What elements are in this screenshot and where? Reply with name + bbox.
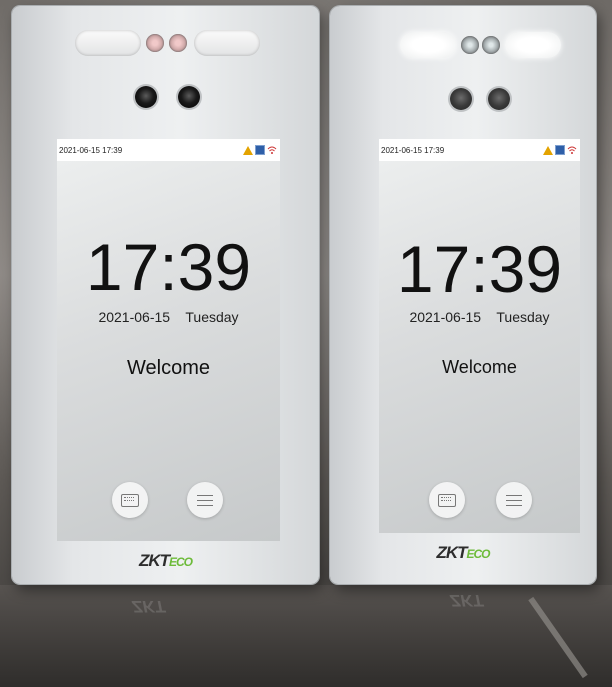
fill-light-right xyxy=(194,30,260,56)
status-icons xyxy=(543,145,577,155)
ir-sensor xyxy=(146,34,164,52)
fill-light-left xyxy=(400,32,456,58)
ir-sensor xyxy=(482,36,500,54)
keyboard-icon xyxy=(121,493,139,507)
wifi-icon xyxy=(567,146,577,154)
brand-logo: ZKTECO xyxy=(436,543,490,562)
keyboard-button[interactable] xyxy=(429,482,465,518)
camera-lens xyxy=(135,86,157,108)
display-screen: 2021-06-15 17:39 17:39 2021-06-15 Tuesda… xyxy=(379,139,580,533)
menu-button[interactable] xyxy=(496,482,532,518)
fill-light-right xyxy=(505,32,561,58)
welcome-text: Welcome xyxy=(442,357,517,377)
camera-lens xyxy=(178,86,200,108)
network-icon xyxy=(555,145,565,155)
logo-reflection: ZKT xyxy=(450,591,484,610)
camera-lens xyxy=(488,88,510,110)
ir-sensor xyxy=(169,34,187,52)
status-bar: 2021-06-15 17:39 xyxy=(379,139,580,161)
warning-icon xyxy=(243,145,253,155)
menu-icon xyxy=(506,494,522,506)
fill-light-left xyxy=(75,30,141,56)
keyboard-button[interactable] xyxy=(112,482,148,518)
date-line: 2021-06-15 Tuesday xyxy=(57,309,280,325)
warning-icon xyxy=(543,145,553,155)
menu-button[interactable] xyxy=(187,482,223,518)
welcome-text: Welcome xyxy=(127,357,210,379)
status-time: 2021-06-15 17:39 xyxy=(59,146,123,155)
ir-sensor xyxy=(461,36,479,54)
status-bar: 2021-06-15 17:39 xyxy=(57,139,280,161)
status-icons xyxy=(243,145,277,155)
wifi-icon xyxy=(267,146,277,154)
display-screen: 2021-06-15 17:39 17:39 2021-06-15 Tuesda… xyxy=(57,139,280,541)
clock-time: 17:39 xyxy=(85,230,252,304)
clock-time: 17:39 xyxy=(396,232,563,306)
terminal-device-left: 2021-06-15 17:39 17:39 2021-06-15 Tuesda… xyxy=(12,6,319,584)
menu-icon xyxy=(197,494,213,506)
brand-logo: ZKTECO xyxy=(138,551,193,570)
date-text: 2021-06-15 xyxy=(98,309,171,325)
network-icon xyxy=(255,145,265,155)
logo-reflection: ZKT xyxy=(132,597,166,616)
date-text: 2021-06-15 xyxy=(409,309,482,325)
date-line: 2021-06-15 Tuesday xyxy=(379,309,580,325)
camera-lens xyxy=(450,88,472,110)
status-time: 2021-06-15 17:39 xyxy=(381,146,445,155)
floor xyxy=(0,585,612,687)
keyboard-icon xyxy=(438,493,456,507)
weekday-text: Tuesday xyxy=(185,309,239,325)
terminal-device-right: 2021-06-15 17:39 17:39 2021-06-15 Tuesda… xyxy=(330,6,596,584)
weekday-text: Tuesday xyxy=(496,309,550,325)
